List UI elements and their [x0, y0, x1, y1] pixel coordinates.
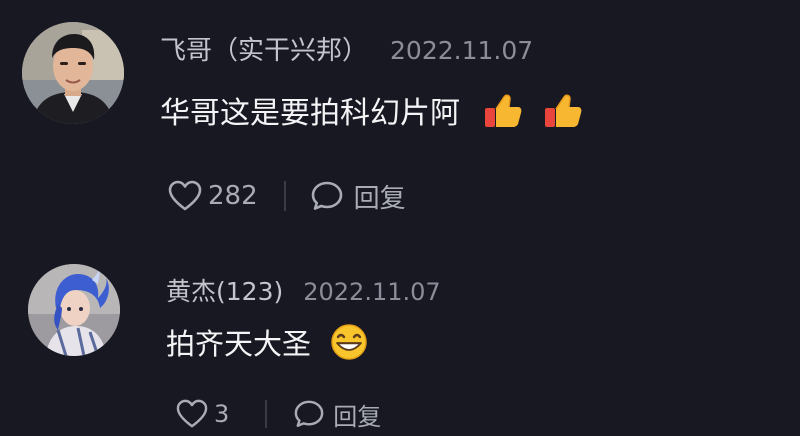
action-divider: [265, 400, 268, 428]
reply-button[interactable]: 回复: [310, 178, 406, 215]
comment-actions: 3 回复: [176, 396, 381, 432]
username[interactable]: 飞哥（实干兴邦）: [160, 30, 368, 67]
comment-date: 2022.11.07: [303, 278, 441, 306]
heart-icon: [176, 399, 208, 428]
grinning-face-icon: [329, 322, 369, 362]
comment-meta: 黄杰(123) 2022.11.07: [166, 272, 441, 308]
heart-icon: [168, 180, 202, 211]
comment-text: 拍齐天大圣: [166, 321, 369, 363]
like-count: 3: [214, 400, 230, 428]
like-count: 282: [208, 181, 258, 211]
thumbs-up-icon: [542, 89, 584, 131]
thumbs-up-icon: [482, 89, 524, 131]
like-button[interactable]: 3: [176, 399, 229, 429]
reply-label: 回复: [333, 402, 382, 431]
like-button[interactable]: 282: [168, 180, 258, 212]
comment-text: 华哥这是要拍科幻片阿: [160, 88, 584, 132]
username[interactable]: 黄杰(123): [166, 272, 283, 308]
comment-meta: 飞哥（实干兴邦） 2022.11.07: [160, 30, 533, 67]
reply-button[interactable]: 回复: [293, 397, 381, 432]
user-photo-icon: [22, 22, 124, 124]
comment-item: 黄杰(123) 2022.11.07 拍齐天大圣 3 回复: [0, 230, 800, 436]
reply-label: 回复: [353, 183, 406, 214]
comment-actions: 282 回复: [168, 176, 406, 216]
action-divider: [283, 181, 286, 211]
comment-list: 飞哥（实干兴邦） 2022.11.07 华哥这是要拍科幻片阿 282 回复 黄杰…: [0, 0, 800, 436]
comment-text-body: 华哥这是要拍科幻片阿: [160, 96, 460, 131]
comment-bubble-icon: [294, 400, 324, 427]
comment-text-body: 拍齐天大圣: [166, 327, 312, 361]
comment-date: 2022.11.07: [390, 36, 534, 65]
cartoon-avatar-icon: [28, 264, 120, 356]
avatar[interactable]: [22, 22, 124, 124]
comment-item: 飞哥（实干兴邦） 2022.11.07 华哥这是要拍科幻片阿 282 回复: [0, 0, 800, 230]
avatar[interactable]: [28, 264, 120, 356]
comment-bubble-icon: [311, 181, 342, 210]
